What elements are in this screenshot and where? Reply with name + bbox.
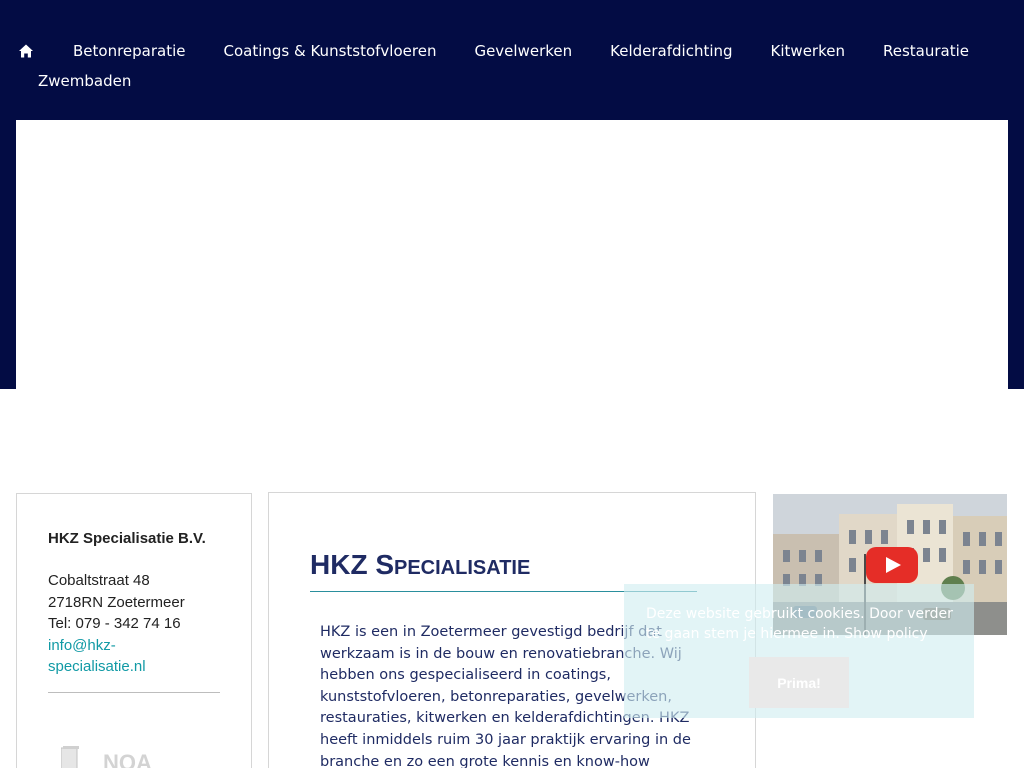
nqa-logo-text: NQA [103, 750, 152, 768]
nav-item-restauratie[interactable]: Restauratie [883, 42, 969, 60]
nav-item-kitwerken[interactable]: Kitwerken [771, 42, 845, 60]
hero-banner [16, 120, 1008, 389]
youtube-play-icon[interactable] [866, 547, 918, 583]
cookie-accept-button[interactable]: Prima! [749, 657, 849, 708]
page-title: HKZ Specialisatie [310, 549, 531, 580]
cookie-banner: Deze website gebruikt cookies. Door verd… [624, 584, 974, 718]
nav-item-gevelwerken[interactable]: Gevelwerken [474, 42, 572, 60]
address-city: 2718RN Zoetermeer [48, 594, 185, 611]
nav-row-1: Betonreparatie Coatings & Kunststofvloer… [18, 40, 1007, 62]
nav-item-betonreparatie[interactable]: Betonreparatie [73, 42, 186, 60]
nqa-logo: NQA [60, 746, 171, 768]
nav-item-coatings[interactable]: Coatings & Kunststofvloeren [224, 42, 437, 60]
address-street: Cobaltstraat 48 [48, 572, 150, 589]
company-name: HKZ Specialisatie B.V. [48, 530, 206, 547]
phone-number: Tel: 079 - 342 74 16 [48, 615, 181, 632]
nav-item-zwembaden[interactable]: Zwembaden [38, 72, 131, 90]
cookie-text: Deze website gebruikt cookies. Door verd… [646, 606, 953, 642]
contact-card: HKZ Specialisatie B.V. Cobaltstraat 48 2… [16, 493, 252, 768]
nav-item-kelderafdichting[interactable]: Kelderafdichting [610, 42, 732, 60]
email-link[interactable]: info@hkz-specialisatie.nl [48, 635, 198, 677]
home-icon[interactable] [18, 43, 34, 59]
nav-row-2: Zwembaden [38, 70, 131, 92]
divider [48, 692, 220, 693]
